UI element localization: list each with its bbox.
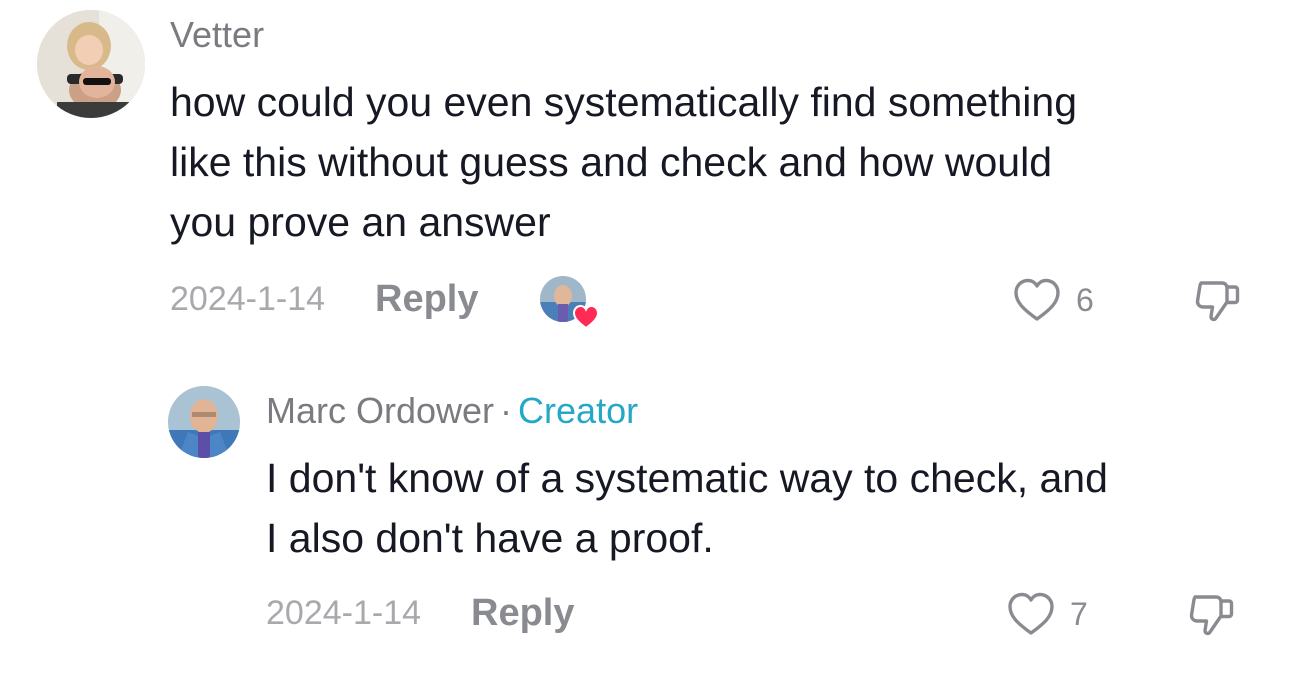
avatar-photo — [37, 10, 145, 118]
name-separator: · — [500, 390, 513, 431]
reply-date: 2024-1-14 — [266, 593, 422, 632]
like-button[interactable]: 6 — [1012, 275, 1094, 325]
heart-outline-icon — [1008, 592, 1054, 635]
like-button[interactable]: 7 — [1006, 589, 1088, 639]
comment-item: Vetter how could you even systematically… — [0, 0, 1290, 350]
reply-button[interactable]: Reply — [375, 278, 478, 321]
heart-icon — [572, 304, 600, 330]
reply-author[interactable]: Marc Ordower — [266, 390, 494, 431]
reply-meta: 2024-1-14 Reply — [266, 588, 575, 638]
reply-button[interactable]: Reply — [471, 592, 574, 635]
dislike-icon[interactable] — [1192, 276, 1242, 326]
reply-username: Marc Ordower · Creator — [266, 390, 638, 432]
avatar[interactable] — [37, 10, 145, 118]
comment-text-line: you prove an answer — [170, 199, 551, 245]
reply-text: I don't know of a systematic way to chec… — [266, 448, 1276, 568]
comment-username[interactable]: Vetter — [170, 14, 264, 56]
like-count: 6 — [1076, 281, 1094, 318]
comment-text-line: how could you even systematically find s… — [170, 79, 1078, 125]
reply-item: Marc Ordower · Creator I don't know of a s… — [0, 370, 1290, 689]
comment-text: how could you even systematically find s… — [170, 72, 1270, 252]
dislike-icon[interactable] — [1186, 590, 1236, 640]
heart-outline-icon — [1014, 278, 1060, 321]
reply-text-line: I don't know of a systematic way to chec… — [266, 455, 1108, 501]
like-count: 7 — [1070, 595, 1088, 632]
comment-text-line: like this without guess and check and ho… — [170, 139, 1053, 185]
reply-text-line: I also don't have a proof. — [266, 515, 714, 561]
avatar-photo — [168, 386, 240, 458]
creator-liked-badge — [540, 274, 600, 330]
comment-meta: 2024-1-14 Reply — [170, 274, 479, 324]
creator-badge: Creator — [518, 390, 639, 431]
avatar[interactable] — [168, 386, 240, 458]
comment-date: 2024-1-14 — [170, 279, 326, 318]
